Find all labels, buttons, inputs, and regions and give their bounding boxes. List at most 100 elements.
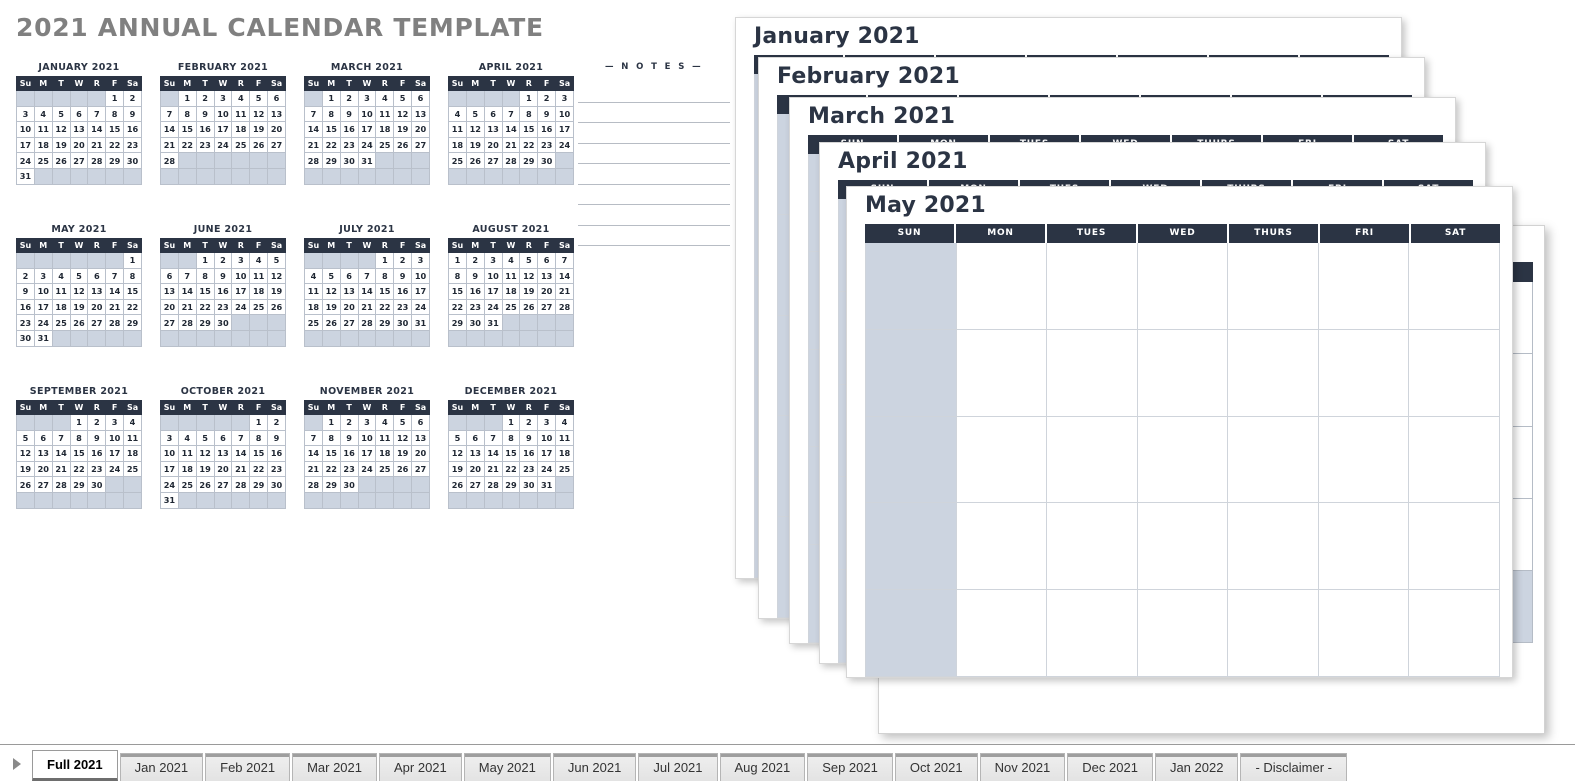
mini-day-cell[interactable]: 9 [465, 267, 485, 285]
mini-day-cell[interactable]: 14 [177, 283, 197, 300]
mini-day-cell[interactable]: 15 [69, 445, 89, 462]
mini-day-empty[interactable] [483, 329, 503, 347]
mini-day-cell[interactable]: 19 [465, 136, 485, 154]
mini-day-cell[interactable]: 6 [339, 267, 359, 285]
mini-day-empty[interactable] [177, 414, 197, 431]
mini-day-cell[interactable]: 1 [501, 414, 521, 431]
mini-day-cell[interactable]: 1 [519, 90, 539, 107]
mini-day-cell[interactable]: 21 [304, 460, 323, 478]
sheet-tab-jul-2021[interactable]: Jul 2021 [638, 753, 718, 781]
mini-day-cell[interactable]: 30 [16, 329, 35, 347]
mini-day-empty[interactable] [357, 491, 377, 509]
mini-day-cell[interactable]: 7 [87, 105, 107, 123]
mini-day-cell[interactable]: 26 [321, 314, 341, 331]
mini-day-empty[interactable] [555, 314, 574, 331]
mini-day-cell[interactable]: 14 [105, 283, 125, 300]
mini-day-cell[interactable]: 17 [213, 121, 233, 138]
mini-day-cell[interactable]: 30 [519, 476, 539, 493]
sheet-tab-disclaimer[interactable]: - Disclaimer - [1240, 753, 1347, 781]
mini-day-empty[interactable] [448, 90, 467, 107]
mini-day-cell[interactable]: 29 [321, 476, 341, 493]
mini-day-cell[interactable]: 31 [411, 314, 430, 331]
mini-day-empty[interactable] [231, 152, 251, 169]
mini-day-cell[interactable]: 10 [357, 105, 377, 123]
mini-day-cell[interactable]: 17 [160, 460, 179, 478]
mini-day-cell[interactable]: 14 [231, 445, 251, 462]
mini-day-empty[interactable] [87, 167, 107, 185]
mini-day-empty[interactable] [195, 414, 215, 431]
mini-day-empty[interactable] [321, 329, 341, 347]
mini-day-cell[interactable]: 24 [483, 298, 503, 316]
mini-day-cell[interactable]: 13 [69, 121, 89, 138]
mini-day-empty[interactable] [249, 314, 269, 331]
mini-day-empty[interactable] [555, 167, 574, 185]
mini-day-cell[interactable]: 19 [267, 283, 286, 300]
mini-day-cell[interactable]: 19 [51, 136, 71, 154]
mini-day-cell[interactable]: 29 [195, 314, 215, 331]
mini-day-empty[interactable] [375, 476, 395, 493]
notes-line[interactable] [578, 185, 730, 205]
mini-day-cell[interactable]: 18 [501, 283, 521, 300]
mini-day-cell[interactable]: 15 [501, 445, 521, 462]
mini-day-cell[interactable]: 28 [304, 476, 323, 493]
mini-day-cell[interactable]: 9 [537, 105, 557, 123]
mini-day-empty[interactable] [213, 491, 233, 509]
mini-day-cell[interactable]: 8 [123, 267, 142, 285]
mini-day-cell[interactable]: 15 [249, 445, 269, 462]
mini-day-cell[interactable]: 30 [339, 152, 359, 169]
notes-line[interactable] [578, 144, 730, 164]
mini-day-empty[interactable] [393, 152, 413, 169]
mini-day-empty[interactable] [501, 90, 521, 107]
mini-day-cell[interactable]: 5 [519, 252, 539, 269]
mini-day-cell[interactable]: 11 [249, 267, 269, 285]
mini-day-cell[interactable]: 18 [304, 298, 323, 316]
mini-day-cell[interactable]: 24 [213, 136, 233, 154]
sheet-tab-may-2021[interactable]: May 2021 [463, 753, 551, 781]
mini-day-cell[interactable]: 22 [69, 460, 89, 478]
mini-day-cell[interactable]: 1 [321, 414, 341, 431]
mini-day-cell[interactable]: 9 [87, 429, 107, 447]
mini-day-empty[interactable] [51, 414, 71, 431]
mini-day-cell[interactable]: 11 [501, 267, 521, 285]
mini-day-cell[interactable]: 11 [375, 429, 395, 447]
mini-day-cell[interactable]: 9 [339, 429, 359, 447]
mini-day-empty[interactable] [267, 329, 286, 347]
mini-day-cell[interactable]: 10 [357, 429, 377, 447]
mini-day-cell[interactable]: 22 [177, 136, 197, 154]
mini-day-empty[interactable] [555, 329, 574, 347]
mini-day-empty[interactable] [267, 152, 286, 169]
mini-day-cell[interactable]: 19 [321, 298, 341, 316]
mini-day-cell[interactable]: 22 [105, 136, 125, 154]
mini-day-cell[interactable]: 17 [16, 136, 35, 154]
mini-day-cell[interactable]: 10 [213, 105, 233, 123]
mini-day-cell[interactable]: 9 [16, 283, 35, 300]
mini-day-cell[interactable]: 16 [213, 283, 233, 300]
mini-day-cell[interactable]: 10 [483, 267, 503, 285]
mini-day-cell[interactable]: 26 [69, 314, 89, 331]
mini-day-empty[interactable] [51, 329, 71, 347]
mini-day-cell[interactable]: 2 [267, 414, 286, 431]
mini-day-cell[interactable]: 26 [16, 476, 35, 493]
mini-day-cell[interactable]: 13 [33, 445, 53, 462]
mini-day-cell[interactable]: 7 [231, 429, 251, 447]
mini-day-cell[interactable]: 21 [304, 136, 323, 154]
mini-day-empty[interactable] [160, 414, 179, 431]
mini-day-cell[interactable]: 31 [483, 314, 503, 331]
mini-day-cell[interactable]: 9 [519, 429, 539, 447]
mini-day-cell[interactable]: 15 [105, 121, 125, 138]
sheet-tab-jan-2021[interactable]: Jan 2021 [119, 753, 204, 781]
mini-day-empty[interactable] [411, 476, 430, 493]
mini-day-cell[interactable]: 19 [195, 460, 215, 478]
mini-day-cell[interactable]: 2 [393, 252, 413, 269]
mini-day-empty[interactable] [249, 152, 269, 169]
mini-day-cell[interactable]: 8 [249, 429, 269, 447]
mini-day-cell[interactable]: 1 [195, 252, 215, 269]
notes-line[interactable] [578, 226, 730, 246]
mini-day-cell[interactable]: 12 [321, 283, 341, 300]
mini-day-cell[interactable]: 2 [339, 90, 359, 107]
mini-day-cell[interactable]: 20 [33, 460, 53, 478]
mini-day-cell[interactable]: 12 [69, 283, 89, 300]
mini-day-cell[interactable]: 1 [249, 414, 269, 431]
mini-day-empty[interactable] [501, 314, 521, 331]
mini-day-cell[interactable]: 18 [448, 136, 467, 154]
